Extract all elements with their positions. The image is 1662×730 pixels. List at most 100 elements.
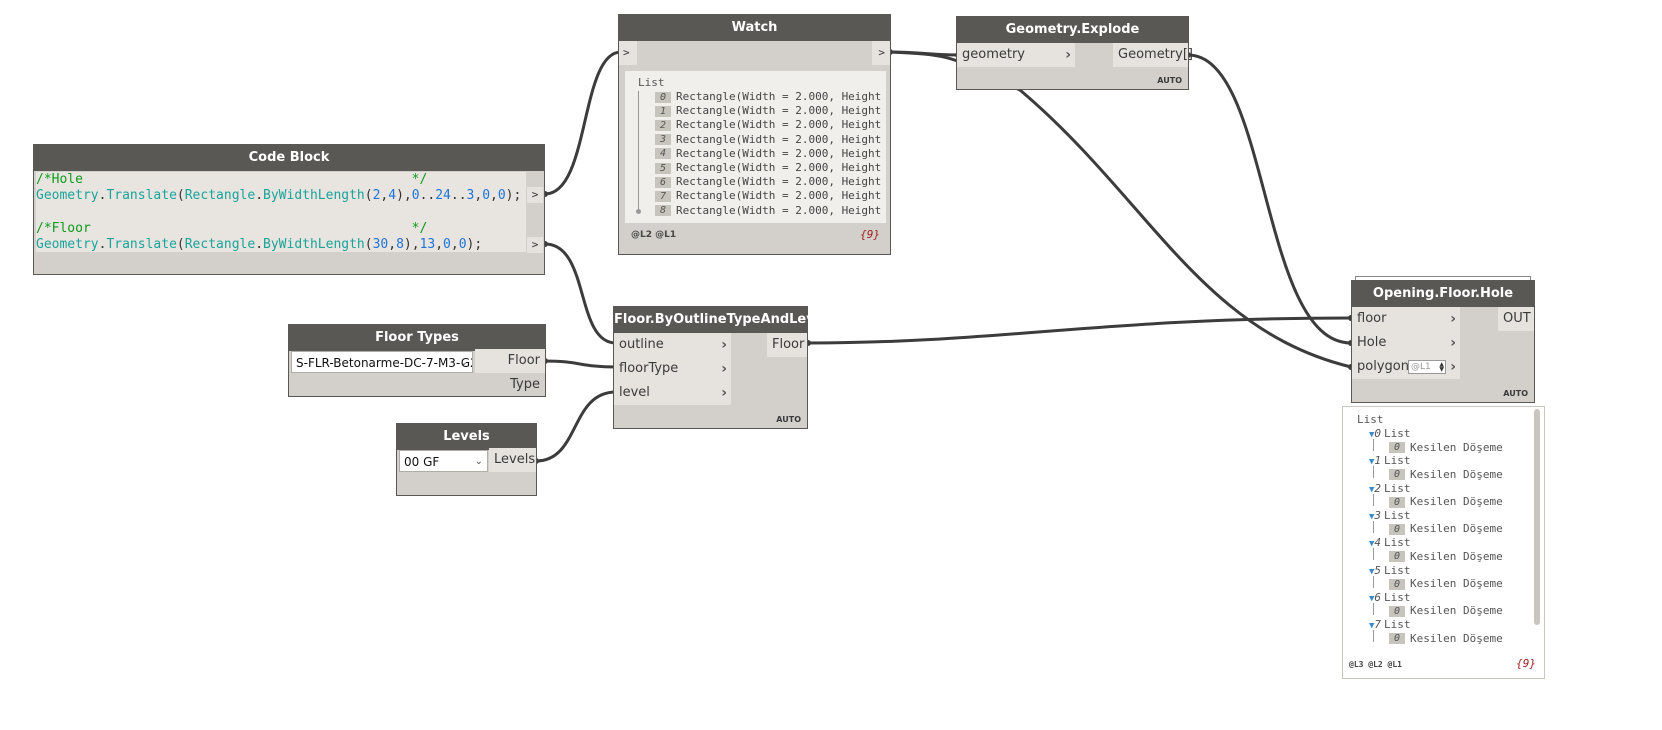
- list-index: 0: [655, 91, 671, 103]
- output-port-floor[interactable]: Floor: [767, 333, 807, 357]
- preview-sublist[interactable]: ▼7 List: [1369, 618, 1411, 632]
- code-token: ,: [435, 237, 444, 252]
- code-token: ByWidthLength: [263, 237, 365, 252]
- chevron-down-icon: ⌄: [459, 357, 468, 368]
- item-index: 0: [1389, 578, 1405, 590]
- item-index: 0: [1389, 469, 1405, 481]
- tree-connector: [1373, 439, 1374, 451]
- list-index: 2: [655, 119, 671, 131]
- node-title[interactable]: Opening.Floor.Hole: [1352, 281, 1534, 307]
- code-token: ),: [403, 237, 420, 252]
- floor-type-dropdown[interactable]: S-FLR-Betonarme-DC-7-M3-G2 ⌄: [291, 351, 473, 373]
- spinner-icon[interactable]: ▲ ▼: [1439, 362, 1444, 373]
- output-port-levels[interactable]: Levels: [489, 448, 536, 472]
- tree-line: [638, 91, 639, 213]
- port-label: polygon: [1357, 359, 1409, 374]
- node-title[interactable]: Watch: [619, 15, 890, 41]
- list-value: Rectangle(Width = 2.000, Height =: [676, 132, 886, 146]
- preview-item: 0 Kesilen Döşeme: [1389, 495, 1503, 509]
- watch-preview[interactable]: List 0 Rectangle(Width = 2.000, Height = 1…: [625, 71, 886, 223]
- sublist-index: 1: [1374, 454, 1382, 468]
- preview-item: 0 Kesilen Döşeme: [1389, 550, 1503, 564]
- list-index: 3: [655, 134, 671, 146]
- wire-codeblock-to-watch: [543, 50, 623, 196]
- code-block-node[interactable]: Code Block /*Hole */Geometry.Translate(R…: [33, 144, 545, 275]
- preview-sublist[interactable]: ▼5 List: [1369, 564, 1411, 578]
- preview-sublist[interactable]: ▼6 List: [1369, 591, 1411, 605]
- levels-node[interactable]: Levels 00 GF ⌄ Levels: [396, 423, 537, 496]
- watch-input-port[interactable]: >: [619, 41, 637, 65]
- code-output-port-1[interactable]: >: [527, 187, 543, 203]
- input-port-level[interactable]: level ›: [614, 381, 731, 405]
- code-token: ,: [490, 188, 498, 203]
- chevron-right-icon: ›: [721, 337, 727, 353]
- code-editor[interactable]: /*Hole */Geometry.Translate(Rectangle.By…: [36, 172, 526, 252]
- wire-floor-to-opening-floor: [806, 316, 1353, 345]
- geometry-explode-node[interactable]: Geometry.Explode geometry › Geometry[] A…: [956, 16, 1193, 90]
- code-output-port-2[interactable]: >: [527, 237, 543, 253]
- input-port-geometry[interactable]: geometry ›: [957, 43, 1075, 67]
- list-index: 8: [655, 205, 671, 217]
- list-index: 5: [655, 162, 671, 174]
- node-title[interactable]: Code Block: [34, 145, 544, 171]
- item-index: 0: [1389, 633, 1405, 645]
- node-title[interactable]: Floor.ByOutlineTypeAndLevel: [614, 307, 828, 333]
- sublist-label: List: [1384, 481, 1411, 495]
- sublist-label: List: [1384, 454, 1411, 468]
- watch-node[interactable]: Watch > > List 0 Rectangle(Width = 2.000,…: [618, 14, 891, 255]
- chevron-right-icon: ›: [1065, 47, 1071, 63]
- sublist-index: 4: [1374, 536, 1382, 550]
- tree-end-dot: [636, 209, 641, 214]
- code-token: 24: [435, 188, 451, 203]
- preview-sublist[interactable]: ▼2 List: [1369, 482, 1411, 496]
- node-title[interactable]: Geometry.Explode: [957, 17, 1188, 43]
- input-port-floortype[interactable]: floorType ›: [614, 357, 731, 381]
- sublist-index: 7: [1374, 618, 1382, 632]
- tree-connector: [1373, 575, 1374, 588]
- node-title[interactable]: Levels: [397, 424, 536, 450]
- level-input-field[interactable]: @L1 ▲ ▼: [1408, 360, 1446, 374]
- input-port-outline[interactable]: outline ›: [614, 333, 731, 357]
- item-index: 0: [1389, 523, 1405, 535]
- code-token: ,: [388, 237, 397, 252]
- output-port-geometry-list[interactable]: Geometry[]: [1113, 43, 1193, 67]
- code-token: Rectangle: [184, 188, 256, 203]
- output-port-out[interactable]: OUT: [1498, 307, 1534, 331]
- floor-types-node[interactable]: Floor Types S-FLR-Betonarme-DC-7-M3-G2 ⌄…: [288, 324, 546, 397]
- floor-by-outline-node[interactable]: Floor.ByOutlineTypeAndLevel outline › fl…: [613, 306, 828, 429]
- wire-codeblock-to-floor-outline: [543, 242, 618, 345]
- preview-sublist[interactable]: ▼4 List: [1369, 536, 1411, 550]
- preview-scrollbar[interactable]: [1534, 409, 1540, 625]
- output-port-floor-type[interactable]: Floor Type: [475, 349, 545, 392]
- port-label: level: [619, 385, 650, 400]
- list-item: 5 Rectangle(Width = 2.000, Height =: [655, 161, 886, 175]
- code-token: 0: [443, 237, 451, 252]
- sublist-index: 3: [1374, 508, 1382, 522]
- input-port-hole[interactable]: Hole ›: [1352, 331, 1460, 355]
- watch-output-port[interactable]: >: [872, 41, 890, 65]
- item-index: 0: [1389, 442, 1405, 453]
- sublist-label: List: [1384, 536, 1411, 550]
- preview-sublist[interactable]: ▼1 List: [1369, 454, 1411, 468]
- preview-item: 0 Kesilen Döşeme: [1389, 632, 1503, 646]
- opening-floor-hole-node[interactable]: Opening.Floor.Hole floor › Hole › polygo…: [1351, 280, 1535, 403]
- list-value: Rectangle(Width = 2.000, Height =: [676, 189, 886, 203]
- list-item: 2 Rectangle(Width = 2.000, Height =: [655, 118, 886, 132]
- lacing-label: AUTO: [1503, 389, 1528, 398]
- list-index: 4: [655, 148, 671, 160]
- watch-list-label: List: [638, 76, 665, 89]
- preview-sublist[interactable]: ▼3 List: [1369, 509, 1411, 523]
- list-index: 1: [655, 105, 671, 117]
- list-index: 7: [655, 190, 671, 202]
- code-token: ,: [450, 237, 459, 252]
- input-port-floor[interactable]: floor ›: [1352, 307, 1460, 331]
- item-index: 0: [1389, 496, 1405, 508]
- preview-sublist[interactable]: ▼0 List: [1369, 427, 1411, 441]
- level-dropdown[interactable]: 00 GF ⌄: [399, 450, 488, 472]
- code-token: 0: [458, 237, 467, 252]
- code-token: ..: [419, 188, 436, 203]
- item-value: Kesilen Döşeme: [1410, 495, 1503, 509]
- node-title[interactable]: Floor Types: [289, 325, 545, 351]
- output-preview-bubble[interactable]: List ▼0 List 0 Kesilen Döşeme ▼1 List 0 Kesilen…: [1342, 406, 1545, 679]
- item-value: Kesilen Döşeme: [1410, 522, 1503, 536]
